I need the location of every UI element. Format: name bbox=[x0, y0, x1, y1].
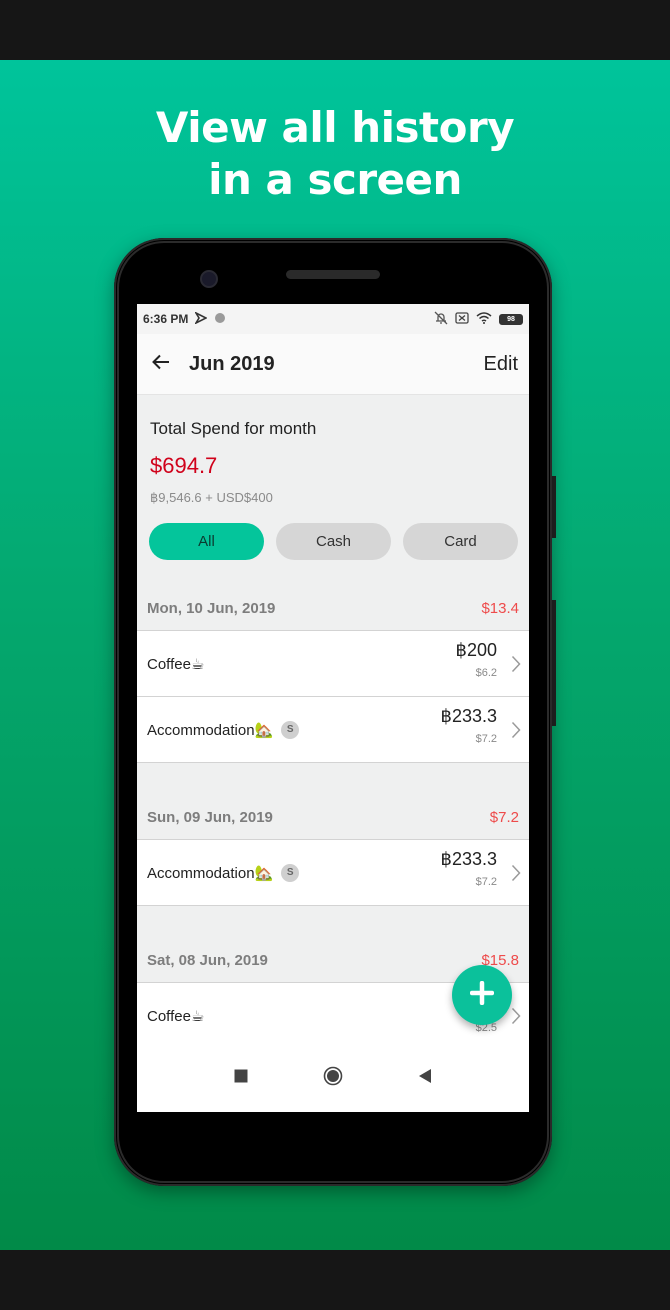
status-bar: 6:36 PM 98 bbox=[137, 304, 529, 334]
notification-dot-icon bbox=[214, 312, 226, 327]
status-time: 6:36 PM bbox=[143, 312, 189, 326]
day-total: $7.2 bbox=[489, 808, 519, 826]
transaction-name-wrap: Accommodation🏡 S bbox=[147, 720, 300, 739]
transaction-amount: ฿233.3 bbox=[440, 706, 498, 726]
chevron-right-icon bbox=[511, 864, 521, 887]
transaction-amount: ฿233.3 bbox=[440, 849, 498, 869]
transaction-amounts: ฿200 $6.2 bbox=[456, 640, 497, 679]
transaction-converted: $6.2 bbox=[475, 667, 497, 679]
app-bar: Jun 2019 Edit bbox=[137, 334, 529, 395]
filter-tabs: All Cash Card bbox=[149, 523, 518, 560]
day-date: Mon, 10 Jun, 2019 bbox=[147, 599, 276, 617]
split-badge: S bbox=[281, 720, 300, 739]
transaction-name: Coffee☕ bbox=[147, 1007, 205, 1025]
transaction-converted: $7.2 bbox=[475, 733, 497, 745]
bottom-letterbox bbox=[0, 1250, 670, 1310]
back-button[interactable] bbox=[139, 342, 183, 386]
system-nav-bar bbox=[137, 1045, 529, 1112]
month-summary: Total Spend for month $694.7 ฿9,546.6 + … bbox=[137, 395, 529, 575]
triangle-back-icon bbox=[418, 1068, 432, 1089]
recents-button[interactable] bbox=[226, 1064, 256, 1094]
wifi-icon bbox=[476, 311, 492, 327]
add-transaction-button[interactable] bbox=[452, 965, 512, 1025]
headline-line-2: in a screen bbox=[208, 155, 462, 204]
summary-amount: $694.7 bbox=[150, 453, 218, 478]
filter-cash-button[interactable]: Cash bbox=[276, 523, 391, 560]
home-button[interactable] bbox=[318, 1064, 348, 1094]
promo-headline: View all history in a screen bbox=[0, 102, 670, 206]
chevron-right-icon bbox=[511, 721, 521, 744]
transaction-amounts: ฿233.3 $7.2 bbox=[441, 706, 498, 745]
transaction-name: Accommodation🏡 bbox=[147, 864, 274, 882]
day-group: Mon, 10 Jun, 2019 $13.4 Coffee☕ ฿200 $6.… bbox=[137, 586, 529, 763]
page-title: Jun 2019 bbox=[189, 352, 275, 375]
plus-icon bbox=[469, 980, 495, 1010]
day-total: $13.4 bbox=[481, 599, 519, 617]
day-date: Sun, 09 Jun, 2019 bbox=[147, 808, 273, 826]
status-icons: 98 bbox=[434, 311, 523, 328]
filter-card-button[interactable]: Card bbox=[403, 523, 518, 560]
transaction-row[interactable]: Accommodation🏡 S ฿233.3 $7.2 bbox=[137, 839, 529, 906]
day-header: Mon, 10 Jun, 2019 $13.4 bbox=[137, 586, 529, 630]
sim-off-icon bbox=[455, 311, 469, 327]
phone-frame: 6:36 PM 98 Jun 2019 Edit Total Spend for… bbox=[114, 238, 556, 1186]
summary-breakdown: ฿9,546.6 + USD$400 bbox=[150, 490, 273, 505]
headline-line-1: View all history bbox=[155, 103, 515, 152]
chevron-right-icon bbox=[511, 655, 521, 678]
arrow-left-icon bbox=[152, 354, 170, 375]
day-header: Sun, 09 Jun, 2019 $7.2 bbox=[137, 795, 529, 839]
transaction-name: Coffee☕ bbox=[147, 655, 205, 673]
summary-label: Total Spend for month bbox=[150, 419, 317, 438]
notification-app-icon bbox=[194, 310, 209, 327]
earpiece-speaker bbox=[286, 270, 380, 279]
transaction-converted: $7.2 bbox=[475, 876, 497, 888]
transaction-row[interactable]: Accommodation🏡 S ฿233.3 $7.2 bbox=[137, 696, 529, 763]
history-content[interactable]: Total Spend for month $694.7 ฿9,546.6 + … bbox=[137, 395, 529, 1045]
day-date: Sat, 08 Jun, 2019 bbox=[147, 951, 268, 969]
battery-icon: 98 bbox=[499, 313, 523, 325]
transaction-name: Accommodation🏡 bbox=[147, 721, 274, 739]
system-back-button[interactable] bbox=[410, 1064, 440, 1094]
square-icon bbox=[234, 1069, 248, 1088]
transaction-amounts: ฿233.3 $7.2 bbox=[441, 849, 498, 888]
front-camera bbox=[200, 270, 218, 288]
phone-screen: 6:36 PM 98 Jun 2019 Edit Total Spend for… bbox=[137, 304, 529, 1112]
day-group: Sun, 09 Jun, 2019 $7.2 Accommodation🏡 S … bbox=[137, 795, 529, 906]
promo-background: View all history in a screen 6:36 PM 98 … bbox=[0, 60, 670, 1250]
chevron-right-icon bbox=[511, 1007, 521, 1030]
circle-icon bbox=[323, 1066, 343, 1091]
filter-all-button[interactable]: All bbox=[149, 523, 264, 560]
power-button bbox=[552, 476, 556, 538]
bell-off-icon bbox=[434, 311, 448, 328]
edit-button[interactable]: Edit bbox=[484, 353, 518, 376]
split-badge: S bbox=[281, 863, 300, 882]
volume-button bbox=[552, 600, 556, 726]
transaction-name-wrap: Accommodation🏡 S bbox=[147, 863, 300, 882]
transaction-list: Accommodation🏡 S ฿233.3 $7.2 bbox=[137, 839, 529, 906]
transaction-row[interactable]: Coffee☕ ฿200 $6.2 bbox=[137, 630, 529, 696]
transaction-list: Coffee☕ ฿200 $6.2 Accommodation🏡 S ฿233.… bbox=[137, 630, 529, 763]
transaction-amount: ฿200 bbox=[455, 640, 497, 660]
